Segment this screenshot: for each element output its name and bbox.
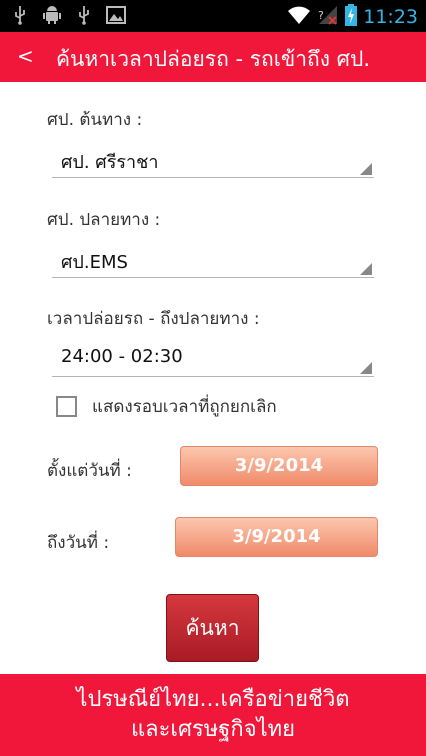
destination-label: ศป. ปลายทาง : xyxy=(47,210,161,230)
clock: 11:23 xyxy=(363,6,418,28)
svg-text:?: ? xyxy=(318,9,324,22)
android-debug-icon xyxy=(42,5,62,25)
dropdown-arrow-icon xyxy=(360,362,372,374)
origin-label: ศป. ต้นทาง : xyxy=(47,110,143,130)
from-date-button[interactable]: 3/9/2014 xyxy=(180,446,378,486)
image-icon xyxy=(106,5,126,25)
system-icons: ? 11:23 xyxy=(287,4,418,30)
usb-icon xyxy=(74,5,94,25)
show-cancelled-label: แสดงรอบเวลาที่ถูกยกเลิก xyxy=(92,396,277,417)
search-button[interactable]: ค้นหา xyxy=(166,594,259,662)
wifi-icon xyxy=(287,5,311,29)
usb-icon xyxy=(10,5,30,25)
time-range-spinner[interactable]: 24:00 - 02:30 xyxy=(52,341,374,377)
battery-charging-icon xyxy=(345,4,358,30)
dropdown-arrow-icon xyxy=(360,163,372,175)
no-signal-icon: ? xyxy=(317,5,339,29)
status-bar: ? 11:23 xyxy=(0,0,426,32)
to-date-label: ถึงวันที่ : xyxy=(47,533,110,553)
back-button[interactable]: < xyxy=(17,44,34,68)
destination-spinner[interactable]: ศป.EMS xyxy=(52,242,374,278)
origin-value: ศป. ศรีราชา xyxy=(61,152,159,173)
to-date-button[interactable]: 3/9/2014 xyxy=(175,517,378,557)
notification-icons xyxy=(10,5,126,25)
footer-slogan-line2: และเศรษฐกิจไทย xyxy=(130,717,296,742)
footer-banner: ไปรษณีย์ไทย...เครือข่ายชีวิต และเศรษฐกิจ… xyxy=(0,674,426,756)
action-bar: < ค้นหาเวลาปล่อยรถ - รถเข้าถึง ศป. xyxy=(0,32,426,82)
dropdown-arrow-icon xyxy=(360,263,372,275)
from-date-label: ตั้งแต่วันที่ : xyxy=(47,461,132,481)
page-title: ค้นหาเวลาปล่อยรถ - รถเข้าถึง ศป. xyxy=(56,47,371,71)
show-cancelled-checkbox[interactable] xyxy=(56,395,77,417)
origin-spinner[interactable]: ศป. ศรีราชา xyxy=(52,142,374,178)
time-range-value: 24:00 - 02:30 xyxy=(61,346,183,367)
destination-value: ศป.EMS xyxy=(61,252,128,273)
time-range-label: เวลาปล่อยรถ - ถึงปลายทาง : xyxy=(47,309,260,329)
show-cancelled-row[interactable]: แสดงรอบเวลาที่ถูกยกเลิก xyxy=(56,394,277,418)
footer-slogan-line1: ไปรษณีย์ไทย...เครือข่ายชีวิต xyxy=(76,687,350,712)
